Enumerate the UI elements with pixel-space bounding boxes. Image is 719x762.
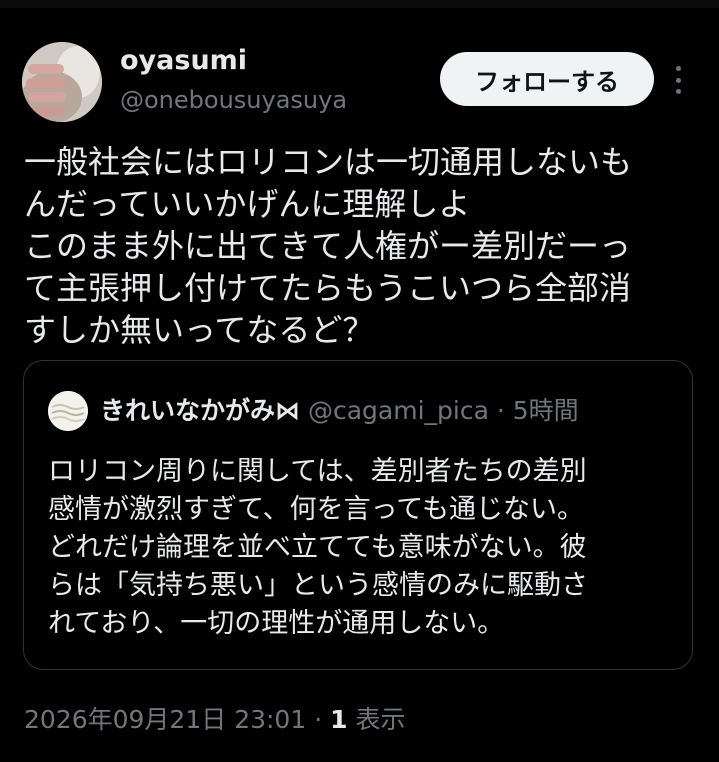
more-vertical-icon[interactable]: [668, 62, 688, 98]
follow-button[interactable]: フォローする: [440, 52, 654, 106]
quote-author-avatar[interactable]: [48, 391, 88, 431]
quote-text-line: どれだけ論理を並べ立てても意味がない。彼: [48, 532, 587, 563]
quote-text: ロリコン周りに関しては、差別者たちの差別 感情が激烈すぎて、何を言っても通じない…: [48, 453, 678, 643]
top-divider: [0, 0, 719, 8]
quote-separator: ·: [496, 396, 505, 425]
quote-time[interactable]: 5時間: [513, 396, 579, 425]
views-label: 表示: [355, 705, 406, 734]
quote-author-handle[interactable]: @cagami_pica: [308, 396, 489, 425]
tweet-text-line: このまま外に出てきて人権がー差別だーっ: [24, 227, 632, 265]
tweet-text-line: んだっていいかげんに理解しよ: [24, 185, 471, 223]
tweet-text-line: すしか無いってなるど？: [24, 311, 375, 349]
tweet-text-line: 一般社会にはロリコンは一切通用しないも: [24, 143, 633, 181]
author-name[interactable]: oyasumi: [120, 44, 247, 78]
more-dot: [675, 89, 681, 94]
views-count: 1: [330, 705, 348, 734]
tweet-timestamp[interactable]: 2026年09月21日 23:01: [24, 705, 306, 734]
author-avatar[interactable]: [22, 42, 102, 122]
quote-text-line: れており、一切の理性が通用しない。: [48, 608, 505, 639]
more-dot: [675, 66, 681, 71]
quoted-tweet-card[interactable]: きれいなかがみ⋈ @cagami_pica · 5時間 ロリコン周りに関しては、…: [23, 360, 693, 670]
quote-author-name[interactable]: きれいなかがみ⋈: [100, 396, 300, 425]
footer-separator: ·: [314, 705, 323, 734]
author-handle[interactable]: @onebousuyasuya: [120, 85, 347, 115]
tweet-footer: 2026年09月21日 23:01 · 1 表示: [24, 702, 405, 738]
tweet-text-line: て主張押し付けてたらもうこいつら全部消: [24, 269, 632, 307]
quote-text-line: らは「気持ち悪い」という感情のみに駆動さ: [48, 570, 588, 601]
quote-text-line: ロリコン周りに関しては、差別者たちの差別: [48, 456, 587, 487]
quote-header: きれいなかがみ⋈ @cagami_pica · 5時間: [100, 391, 579, 431]
tweet-text: 一般社会にはロリコンは一切通用しないも んだっていいかげんに理解しよ このまま外…: [24, 141, 714, 351]
quote-text-line: 感情が激烈すぎて、何を言っても通じない。: [48, 494, 584, 525]
more-dot: [675, 77, 681, 83]
